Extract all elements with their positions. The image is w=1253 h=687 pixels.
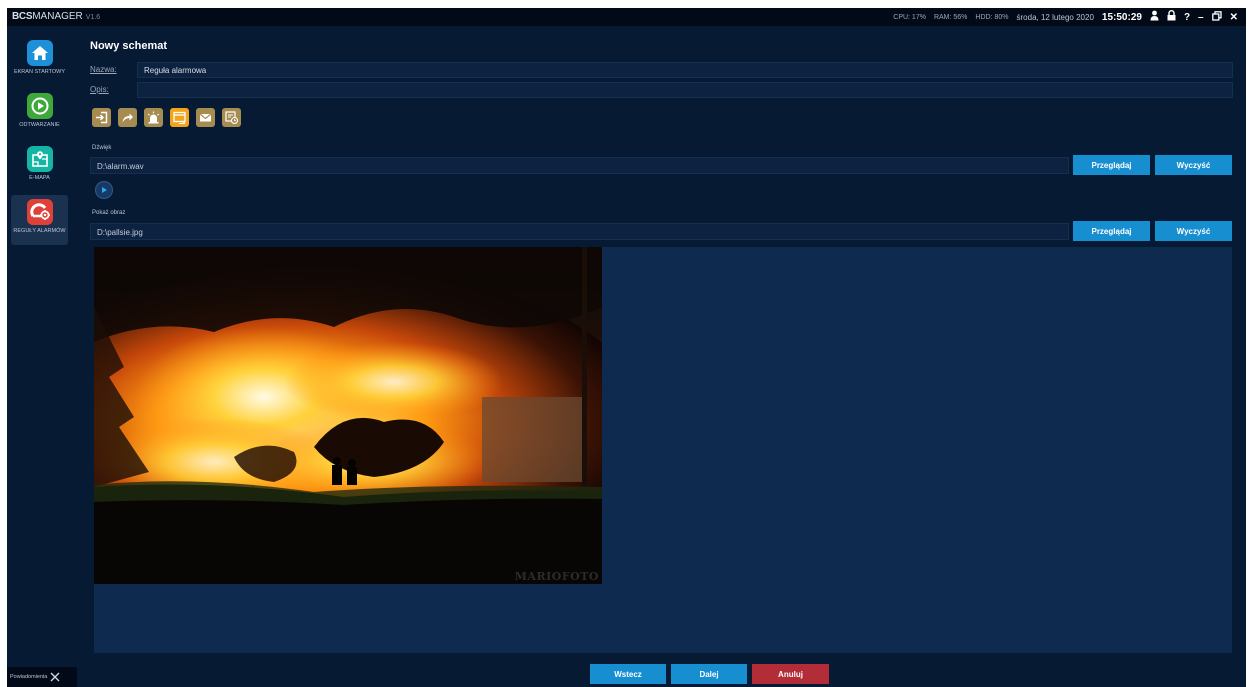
restore-icon[interactable] [1211, 10, 1222, 25]
notifications-bar[interactable]: Powiadomienia [7, 667, 77, 687]
title-bar: BCSMANAGER V1.6 CPU: 17% RAM: 56% HDD: 80… [7, 8, 1246, 26]
sidebar-item-label: EKRAN STARTOWY [13, 69, 66, 75]
sidebar-item-alarm-rules[interactable]: REGUŁY ALARMÓW [11, 195, 68, 245]
ram-usage: RAM: 56% [933, 14, 968, 21]
fire-photo-preview: MARIOFOTO [94, 247, 602, 584]
mail-icon[interactable] [196, 108, 215, 127]
image-preview-panel: MARIOFOTO [94, 247, 1232, 653]
image-clear-button[interactable]: Wyczyść [1155, 221, 1232, 241]
sidebar: EKRAN STARTOWY ODTWARZANIE E-MAPA REGUŁY… [7, 26, 71, 687]
system-info: CPU: 17% RAM: 56% HDD: 80% środa, 12 lut… [893, 10, 1238, 25]
sidebar-item-home[interactable]: EKRAN STARTOWY [11, 36, 68, 86]
date-display: środa, 12 lutego 2020 [1016, 13, 1094, 22]
notifications-label: Powiadomienia [10, 674, 48, 680]
cancel-button[interactable]: Anuluj [752, 664, 829, 684]
next-button[interactable]: Dalej [671, 664, 747, 684]
back-button[interactable]: Wstecz [590, 664, 666, 684]
app-logo: BCSMANAGER V1.6 [12, 11, 100, 22]
sound-section-label: Dźwięk [92, 145, 112, 151]
sidebar-item-playback[interactable]: ODTWARZANIE [11, 89, 68, 139]
login-icon[interactable] [92, 108, 111, 127]
play-sound-icon [102, 187, 107, 193]
logo-name: MANAGER [32, 11, 83, 22]
share-arrow-icon[interactable] [118, 108, 137, 127]
cpu-usage: CPU: 17% [893, 14, 926, 21]
logo-brand: BCS [12, 11, 33, 22]
action-toolbar [92, 108, 241, 127]
sidebar-item-label: E-MAPA [29, 175, 50, 181]
help-icon[interactable]: ? [1184, 12, 1190, 24]
sound-clear-button[interactable]: Wyczyść [1155, 155, 1232, 175]
siren-icon[interactable] [144, 108, 163, 127]
photo-watermark: MARIOFOTO [514, 570, 599, 583]
image-section-label: Pokaż obraz [92, 210, 126, 216]
sidebar-item-label: ODTWARZANIE [19, 122, 60, 128]
play-sound-button[interactable] [95, 181, 113, 199]
description-label: Opis: [90, 85, 109, 94]
description-field[interactable] [137, 82, 1233, 98]
lock-icon[interactable] [1167, 10, 1176, 25]
sidebar-item-label: REGUŁY ALARMÓW [13, 228, 66, 234]
close-notifications-icon[interactable] [50, 672, 60, 682]
map-icon [26, 146, 53, 172]
hdd-usage: HDD: 80% [975, 14, 1009, 21]
main-panel: Nowy schemat Nazwa: Reguła alarmowa Opis… [79, 26, 1239, 687]
page-title: Nowy schemat [90, 40, 168, 52]
name-label: Nazwa: [90, 65, 117, 74]
user-icon[interactable] [1150, 10, 1159, 25]
close-icon[interactable]: ✕ [1230, 12, 1238, 24]
alarm-rules-icon [26, 199, 53, 225]
image-browse-button[interactable]: Przeglądaj [1073, 221, 1150, 241]
app-version: V1.6 [85, 14, 101, 21]
name-field[interactable]: Reguła alarmowa [137, 62, 1233, 78]
image-path-field[interactable]: D:\pallsie.jpg [90, 223, 1069, 240]
minimize-icon[interactable]: – [1198, 12, 1204, 24]
app-window: BCSMANAGER V1.6 CPU: 17% RAM: 56% HDD: 80… [7, 8, 1246, 687]
popup-window-icon[interactable] [170, 108, 189, 127]
sound-browse-button[interactable]: Przeglądaj [1073, 155, 1150, 175]
schedule-icon[interactable] [222, 108, 241, 127]
sidebar-item-emap[interactable]: E-MAPA [11, 142, 68, 192]
clock-display: 15:50:29 [1101, 12, 1142, 23]
home-icon [26, 40, 53, 66]
play-icon [26, 93, 53, 119]
sound-path-field[interactable]: D:\alarm.wav [90, 157, 1069, 174]
